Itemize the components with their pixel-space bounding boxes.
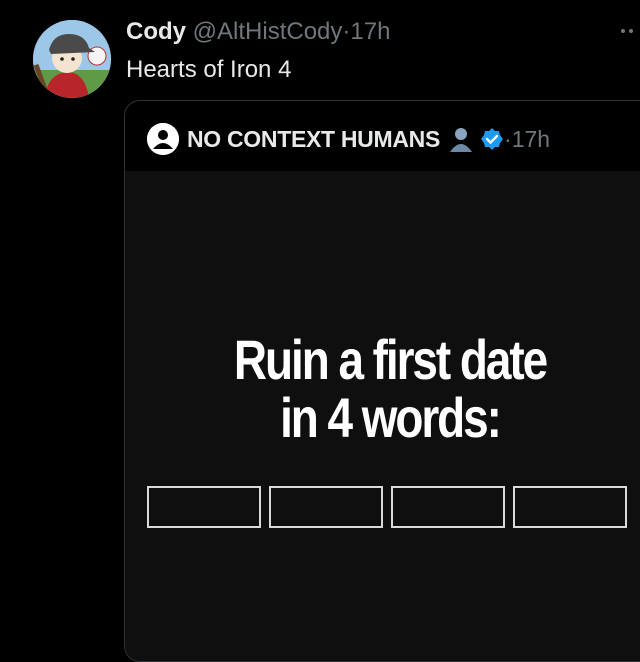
word-boxes <box>147 486 627 528</box>
more-dots-icon[interactable] <box>620 28 634 34</box>
author-avatar[interactable] <box>33 20 111 98</box>
quote-author-name[interactable]: NO CONTEXT HUMANS <box>187 126 440 153</box>
author-name[interactable]: Cody <box>126 18 186 45</box>
bust-silhouette-icon <box>450 128 473 152</box>
quote-separator-dot: · <box>504 125 512 152</box>
tweet-header: Cody @AltHistCody·17h <box>126 16 390 48</box>
quoted-tweet-header: NO CONTEXT HUMANS · 17h <box>147 121 550 157</box>
word-box <box>391 486 505 528</box>
tweet-timestamp[interactable]: 17h <box>350 18 390 45</box>
anonymous-person-icon <box>147 123 179 155</box>
quoted-tweet-card[interactable]: NO CONTEXT HUMANS · 17h Ruin a first date… <box>124 100 640 662</box>
media-headline: Ruin a first date in 4 words: <box>206 331 575 447</box>
author-handle[interactable]: @AltHistCody <box>193 18 343 45</box>
quoted-media-image[interactable]: Ruin a first date in 4 words: <box>125 171 640 661</box>
quote-timestamp[interactable]: 17h <box>512 126 550 153</box>
word-box <box>269 486 383 528</box>
headline-line-2: in 4 words: <box>280 386 502 449</box>
quote-author-avatar[interactable] <box>147 123 179 155</box>
word-box <box>513 486 627 528</box>
cartoon-avatar-icon <box>33 20 111 98</box>
headline-line-1: Ruin a first date <box>233 328 548 391</box>
tweet-text: Hearts of Iron 4 <box>126 56 292 83</box>
verified-badge-icon <box>481 128 504 150</box>
word-box <box>147 486 261 528</box>
